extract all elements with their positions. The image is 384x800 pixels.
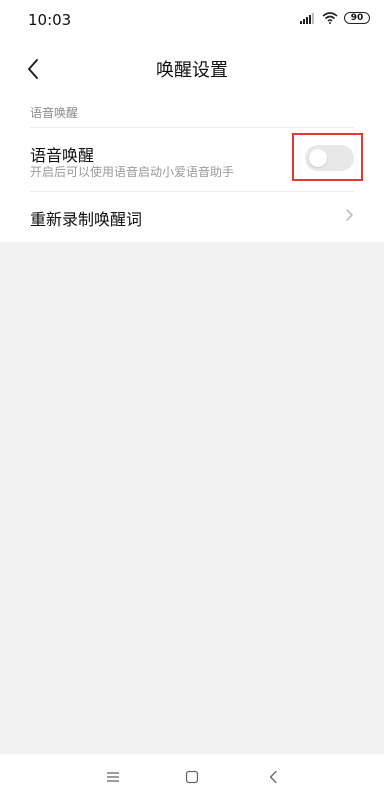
status-time: 10:03 xyxy=(28,11,72,29)
home-button[interactable] xyxy=(183,768,201,786)
nav-header: 唤醒设置 xyxy=(0,40,384,98)
divider xyxy=(30,191,354,192)
home-icon xyxy=(185,770,199,784)
menu-button[interactable] xyxy=(104,768,122,786)
toggle-knob xyxy=(309,149,327,167)
battery-icon: 90 xyxy=(344,12,370,24)
status-bar: 10:03 90 xyxy=(0,0,384,40)
menu-icon xyxy=(107,772,119,782)
back-icon xyxy=(269,770,277,784)
divider xyxy=(30,127,354,128)
chevron-right-icon xyxy=(346,209,353,221)
wifi-icon xyxy=(322,12,338,24)
status-icons: 90 xyxy=(300,12,370,24)
page-title: 唤醒设置 xyxy=(156,60,228,81)
section-header: 语音唤醒 xyxy=(30,106,79,120)
system-nav-bar xyxy=(0,754,384,800)
system-back-button[interactable] xyxy=(264,768,282,786)
signal-icon xyxy=(300,13,314,24)
voice-wake-subtitle: 开启后可以使用语音启动小爱语音助手 xyxy=(30,165,235,179)
settings-list: 语音唤醒 语音唤醒 开启后可以使用语音启动小爱语音助手 重新录制唤醒词 xyxy=(0,98,384,242)
rerecord-title: 重新录制唤醒词 xyxy=(30,210,143,229)
voice-wake-toggle[interactable] xyxy=(305,145,354,171)
